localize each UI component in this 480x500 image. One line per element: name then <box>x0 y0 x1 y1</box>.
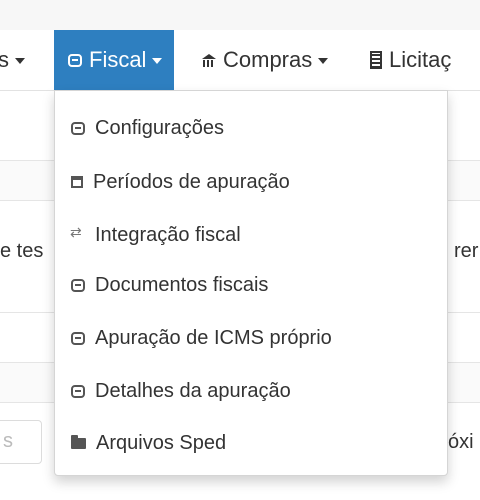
exchange-icon <box>70 224 85 241</box>
bank-icon <box>202 53 216 67</box>
top-strip <box>0 0 480 30</box>
chevron-down-icon <box>318 58 329 64</box>
menu-item-label: Apuração de ICMS próprio <box>95 326 332 349</box>
nav-item-compras-label: Compras <box>223 47 313 72</box>
menu-item-apuracao-icms-proprio[interactable]: Apuração de ICMS próprio <box>55 312 447 364</box>
calendar-icon <box>71 176 83 188</box>
background-input[interactable]: s <box>0 420 42 464</box>
building-icon <box>370 51 382 69</box>
menu-item-periodos-de-apuracao[interactable]: Períodos de apuração <box>55 156 447 208</box>
fiscal-dropdown-menu: Configurações Períodos de apuração Integ… <box>54 90 448 476</box>
background-text-left: e tes <box>0 240 44 262</box>
menu-item-documentos-fiscais[interactable]: Documentos fiscais <box>55 259 447 311</box>
menu-item-label: Períodos de apuração <box>93 170 290 193</box>
menu-item-label: Detalhes da apuração <box>95 379 291 402</box>
nav-item-licitacoes[interactable]: Licitaç <box>370 30 451 90</box>
top-navbar: s Fiscal Compras Licitaç <box>0 30 480 91</box>
coins-icon <box>68 53 82 67</box>
chevron-down-icon <box>15 58 25 64</box>
menu-item-detalhes-da-apuracao[interactable]: Detalhes da apuração <box>55 365 447 417</box>
coins-icon <box>71 331 85 345</box>
menu-item-label: Documentos fiscais <box>95 273 269 296</box>
background-text-right: rer <box>454 240 479 262</box>
coins-icon <box>71 384 85 398</box>
menu-item-configuracoes[interactable]: Configurações <box>55 102 447 154</box>
menu-item-label: Configurações <box>95 116 224 139</box>
chevron-down-icon <box>152 58 163 64</box>
nav-item-compras[interactable]: Compras <box>202 30 329 90</box>
menu-item-label: Integração fiscal <box>95 223 241 246</box>
nav-item-fiscal-label: Fiscal <box>89 47 147 72</box>
background-text-next: óxi <box>448 431 474 453</box>
nav-item-previous-label: s <box>0 47 9 72</box>
nav-item-fiscal[interactable]: Fiscal <box>54 30 175 90</box>
coins-icon <box>71 121 85 135</box>
menu-item-arquivos-sped[interactable]: Arquivos Sped <box>55 417 447 469</box>
menu-item-integracao-fiscal[interactable]: Integração fiscal <box>55 209 447 261</box>
menu-item-label: Arquivos Sped <box>96 431 227 454</box>
folder-icon <box>71 434 86 449</box>
nav-item-licitacoes-label: Licitaç <box>389 47 452 72</box>
coins-icon <box>71 278 85 292</box>
nav-item-previous[interactable]: s <box>0 30 25 90</box>
